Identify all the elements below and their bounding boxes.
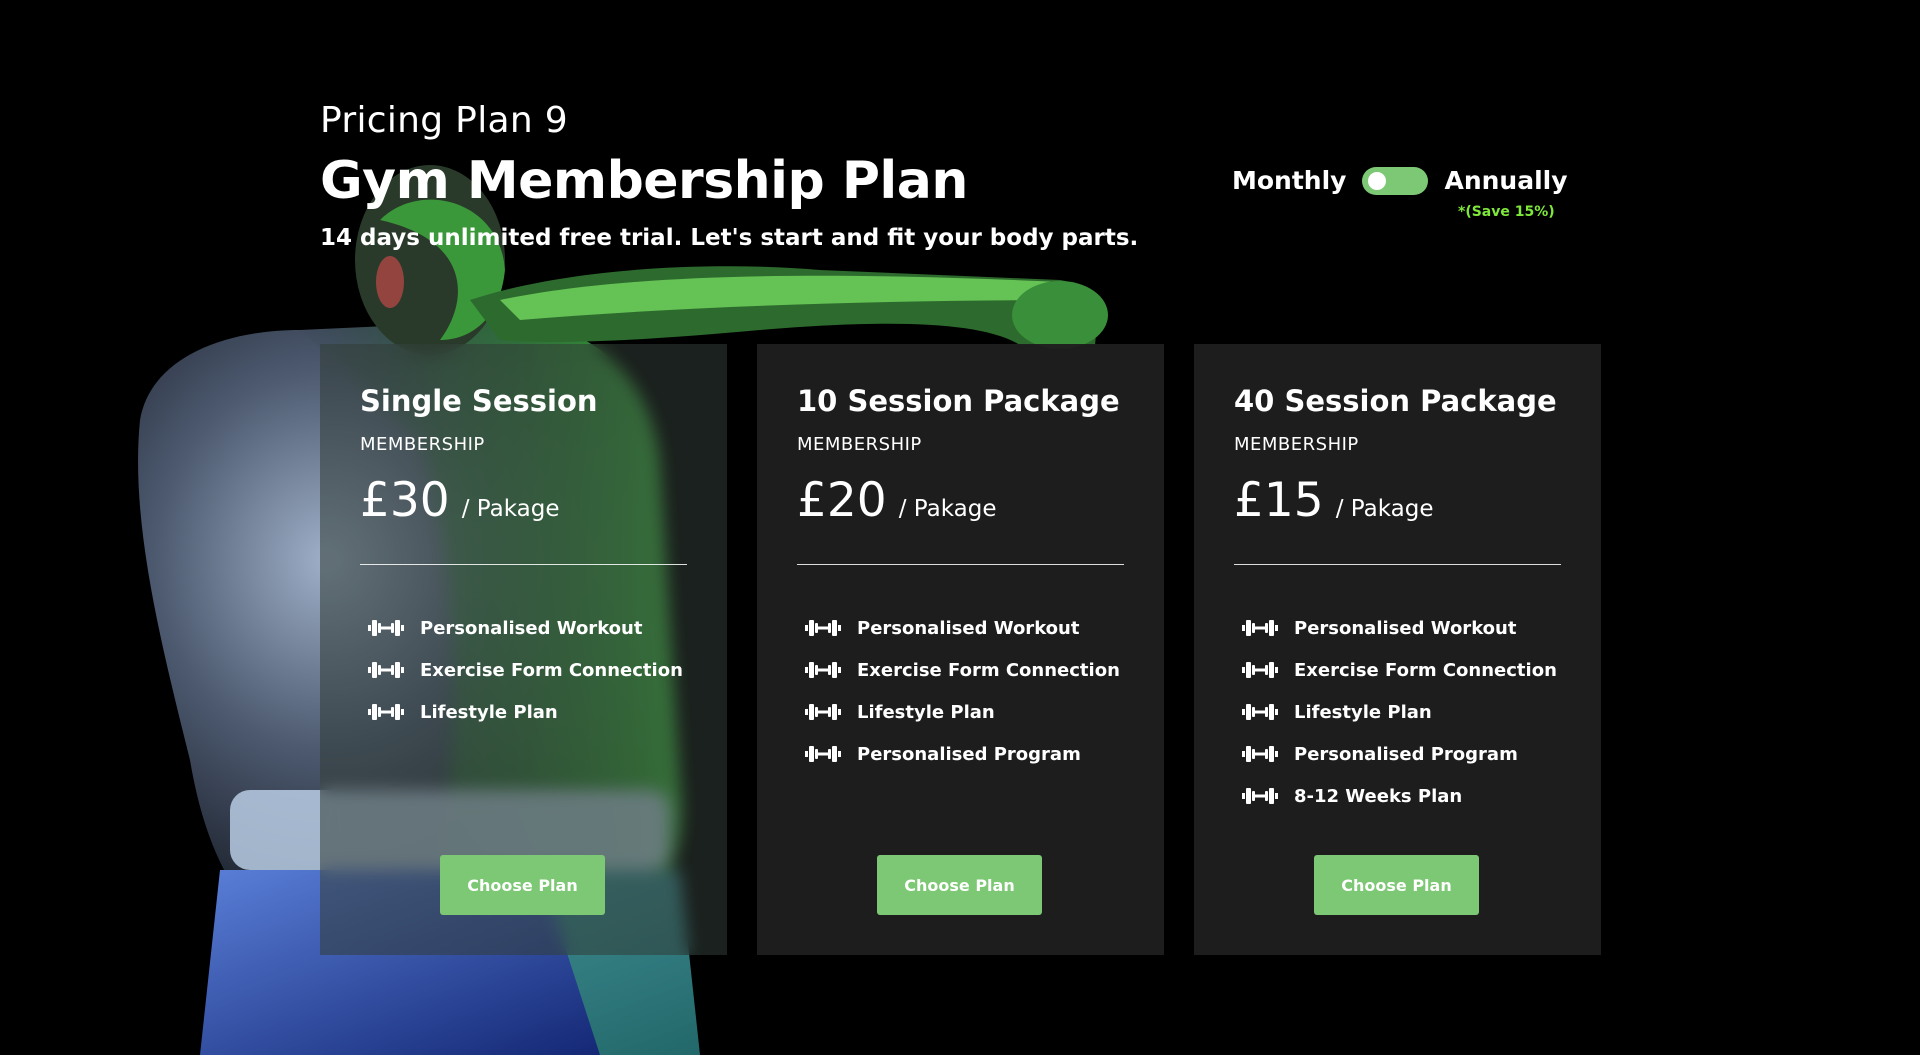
feature-label: Exercise Form Connection — [420, 659, 683, 681]
plan-price-unit: / Pakage — [461, 496, 560, 522]
plan-price: £15 — [1234, 473, 1324, 528]
feature-label: Lifestyle Plan — [1294, 701, 1432, 723]
page-eyebrow: Pricing Plan 9 — [320, 100, 568, 141]
feature-item: Personalised Workout — [797, 607, 1124, 649]
feature-item: Exercise Form Connection — [1234, 649, 1561, 691]
annually-label[interactable]: Annually — [1444, 166, 1567, 195]
feature-item: Lifestyle Plan — [797, 691, 1124, 733]
feature-item: Lifestyle Plan — [360, 691, 687, 733]
plan-subtitle: MEMBERSHIP — [360, 434, 485, 455]
feature-item: Exercise Form Connection — [360, 649, 687, 691]
dumbbell-icon — [368, 662, 404, 678]
feature-item: Lifestyle Plan — [1234, 691, 1561, 733]
feature-item: Personalised Workout — [1234, 607, 1561, 649]
plan-price: £20 — [797, 473, 887, 528]
monthly-label[interactable]: Monthly — [1232, 166, 1346, 195]
feature-label: 8-12 Weeks Plan — [1294, 785, 1463, 807]
pricing-cards: Single Session MEMBERSHIP £30 / Pakage P… — [320, 344, 1601, 955]
feature-list: Personalised Workout Exercise Form Conne… — [360, 607, 687, 733]
dumbbell-icon — [1242, 788, 1278, 804]
feature-list: Personalised Workout Exercise Form Conne… — [1234, 607, 1561, 817]
divider — [360, 564, 687, 565]
pricing-card-3: 40 Session Package MEMBERSHIP £15 / Paka… — [1194, 344, 1601, 955]
plan-price: £30 — [360, 473, 450, 528]
feature-item: Personalised Program — [797, 733, 1124, 775]
billing-period-toggle[interactable] — [1362, 166, 1429, 195]
page-title: Gym Membership Plan — [320, 151, 968, 211]
feature-label: Personalised Program — [857, 743, 1081, 765]
page-subtitle: 14 days unlimited free trial. Let's star… — [320, 225, 1139, 251]
feature-label: Personalised Workout — [1294, 617, 1517, 639]
feature-item: Exercise Form Connection — [797, 649, 1124, 691]
feature-label: Lifestyle Plan — [857, 701, 995, 723]
dumbbell-icon — [805, 746, 841, 762]
plan-price-unit: / Pakage — [1335, 496, 1434, 522]
plan-subtitle: MEMBERSHIP — [797, 434, 922, 455]
dumbbell-icon — [805, 620, 841, 636]
feature-label: Lifestyle Plan — [420, 701, 558, 723]
pricing-card-2: 10 Session Package MEMBERSHIP £20 / Paka… — [757, 344, 1164, 955]
dumbbell-icon — [1242, 620, 1278, 636]
pricing-card-1: Single Session MEMBERSHIP £30 / Pakage P… — [320, 344, 727, 955]
plan-title: Single Session — [360, 384, 598, 418]
plan-subtitle: MEMBERSHIP — [1234, 434, 1359, 455]
dumbbell-icon — [805, 704, 841, 720]
plan-title: 10 Session Package — [797, 384, 1120, 418]
choose-plan-button[interactable]: Choose Plan — [1314, 855, 1479, 915]
feature-label: Personalised Workout — [420, 617, 643, 639]
dumbbell-icon — [368, 704, 404, 720]
dumbbell-icon — [1242, 662, 1278, 678]
billing-toggle-group: Monthly Annually — [1232, 166, 1568, 195]
pricing-page: Pricing Plan 9 Gym Membership Plan 14 da… — [0, 0, 1920, 1055]
feature-list: Personalised Workout Exercise Form Conne… — [797, 607, 1124, 775]
dumbbell-icon — [1242, 704, 1278, 720]
plan-price-unit: / Pakage — [898, 496, 997, 522]
feature-label: Exercise Form Connection — [1294, 659, 1557, 681]
plan-title: 40 Session Package — [1234, 384, 1557, 418]
feature-label: Personalised Program — [1294, 743, 1518, 765]
price-row: £20 / Pakage — [797, 473, 1124, 528]
feature-label: Personalised Workout — [857, 617, 1080, 639]
divider — [1234, 564, 1561, 565]
annual-savings-note: *(Save 15%) — [1458, 204, 1555, 220]
toggle-knob — [1368, 171, 1387, 190]
dumbbell-icon — [1242, 746, 1278, 762]
feature-label: Exercise Form Connection — [857, 659, 1120, 681]
dumbbell-icon — [368, 620, 404, 636]
feature-item: Personalised Workout — [360, 607, 687, 649]
feature-item: 8-12 Weeks Plan — [1234, 775, 1561, 817]
page-header: Pricing Plan 9 Gym Membership Plan 14 da… — [320, 100, 1138, 251]
divider — [797, 564, 1124, 565]
dumbbell-icon — [805, 662, 841, 678]
price-row: £30 / Pakage — [360, 473, 687, 528]
price-row: £15 / Pakage — [1234, 473, 1561, 528]
choose-plan-button[interactable]: Choose Plan — [877, 855, 1042, 915]
choose-plan-button[interactable]: Choose Plan — [440, 855, 605, 915]
feature-item: Personalised Program — [1234, 733, 1561, 775]
